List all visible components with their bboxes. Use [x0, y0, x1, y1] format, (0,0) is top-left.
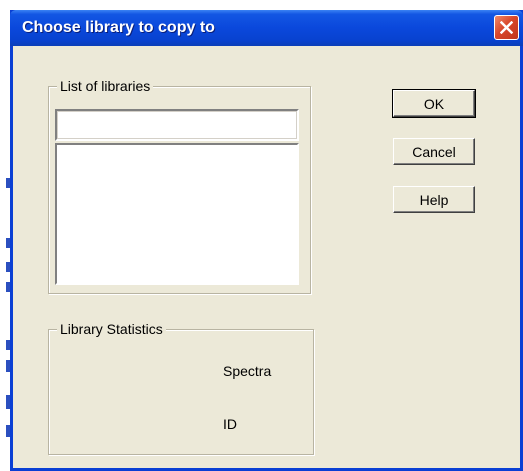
title-bar[interactable]: Choose library to copy to — [10, 10, 523, 46]
libraries-group-label: List of libraries — [57, 78, 154, 94]
id-label: ID — [223, 416, 237, 432]
cancel-button[interactable]: Cancel — [393, 138, 475, 165]
libraries-groupbox: List of libraries — [48, 78, 311, 294]
library-name-input[interactable] — [57, 111, 297, 139]
close-icon — [500, 21, 513, 34]
dialog-client-area: List of libraries Library Statistics Spe… — [13, 46, 520, 468]
library-list[interactable] — [55, 143, 299, 285]
spectra-label: Spectra — [223, 363, 272, 379]
ok-button[interactable]: OK — [392, 89, 476, 118]
library-name-field[interactable] — [55, 109, 299, 141]
statistics-group-label: Library Statistics — [57, 321, 166, 337]
close-button[interactable] — [494, 15, 519, 40]
statistics-groupbox: Library Statistics Spectra ID — [48, 321, 314, 455]
dialog-title: Choose library to copy to — [22, 19, 215, 36]
dialog-window: Choose library to copy to List of librar… — [10, 10, 523, 471]
help-button[interactable]: Help — [393, 186, 475, 213]
